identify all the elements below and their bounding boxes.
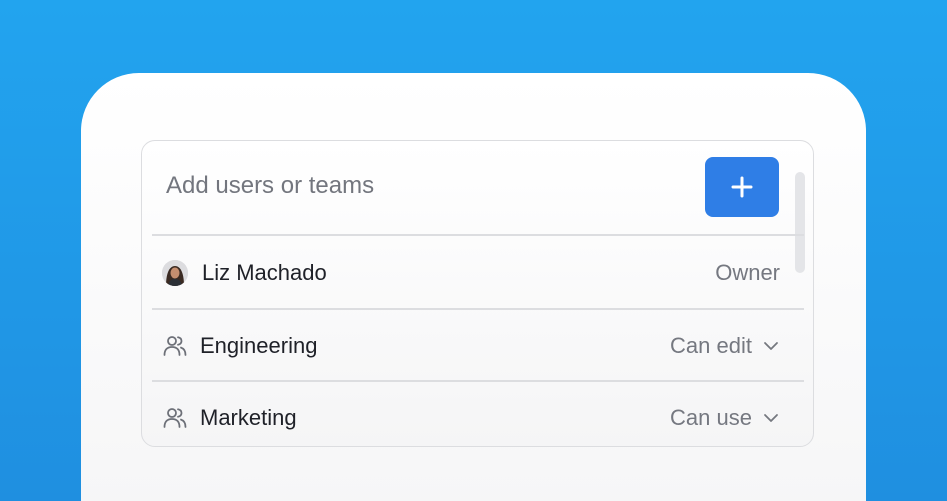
list-item: Liz Machado Owner <box>152 238 792 308</box>
team-icon <box>162 333 188 359</box>
add-users-input[interactable] <box>166 169 686 203</box>
plus-icon <box>731 176 753 198</box>
share-panel: Liz Machado Owner Engineering Can edit <box>141 140 814 447</box>
role-label: Can edit <box>670 333 752 358</box>
chevron-down-icon <box>762 409 780 427</box>
role-dropdown[interactable]: Can use <box>670 405 780 431</box>
role-label: Owner <box>715 260 780 285</box>
member-name: Marketing <box>200 405 297 430</box>
role-dropdown[interactable]: Can edit <box>670 333 780 359</box>
avatar <box>162 260 188 286</box>
chevron-down-icon <box>762 337 780 355</box>
role-label: Can use <box>670 405 752 430</box>
divider <box>152 234 804 236</box>
team-icon <box>162 405 188 431</box>
list-item: Marketing Can use <box>152 383 792 446</box>
scrollbar[interactable] <box>795 172 805 273</box>
member-name: Liz Machado <box>202 260 327 285</box>
add-users-row <box>142 141 813 234</box>
add-button[interactable] <box>705 157 779 217</box>
divider <box>152 308 804 310</box>
member-name: Engineering <box>200 333 318 358</box>
list-item: Engineering Can edit <box>152 311 792 381</box>
divider <box>152 380 804 382</box>
